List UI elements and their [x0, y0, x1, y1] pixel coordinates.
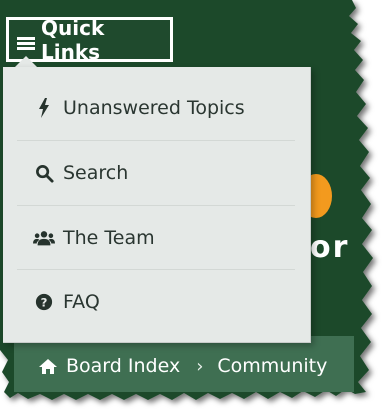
bolt-icon	[33, 97, 55, 119]
breadcrumb-item-community[interactable]: Community	[217, 355, 327, 377]
menu-item-label: FAQ	[63, 291, 100, 313]
search-icon	[33, 162, 55, 184]
svg-text:?: ?	[41, 296, 48, 310]
hamburger-icon	[17, 32, 35, 50]
breadcrumb-separator: ›	[196, 355, 204, 377]
breadcrumb-item-board-index[interactable]: Board Index	[66, 355, 180, 377]
menu-item-label: The Team	[63, 227, 155, 249]
menu-item-search[interactable]: Search	[33, 141, 295, 205]
home-icon[interactable]	[38, 357, 58, 375]
question-circle-icon: ?	[33, 291, 55, 313]
quick-links-label: Quick Links	[41, 15, 105, 64]
menu-item-faq[interactable]: ? FAQ	[33, 270, 295, 334]
menu-item-the-team[interactable]: The Team	[33, 206, 295, 270]
menu-item-label: Unanswered Topics	[63, 97, 245, 119]
menu-item-label: Search	[63, 162, 129, 184]
users-icon	[33, 227, 55, 249]
site-title-fragment: or	[310, 230, 350, 265]
quick-links-dropdown: Unanswered Topics Search The Team ? FAQ	[3, 67, 311, 343]
menu-item-unanswered-topics[interactable]: Unanswered Topics	[33, 76, 295, 140]
breadcrumb: Board Index › Community	[38, 355, 327, 377]
